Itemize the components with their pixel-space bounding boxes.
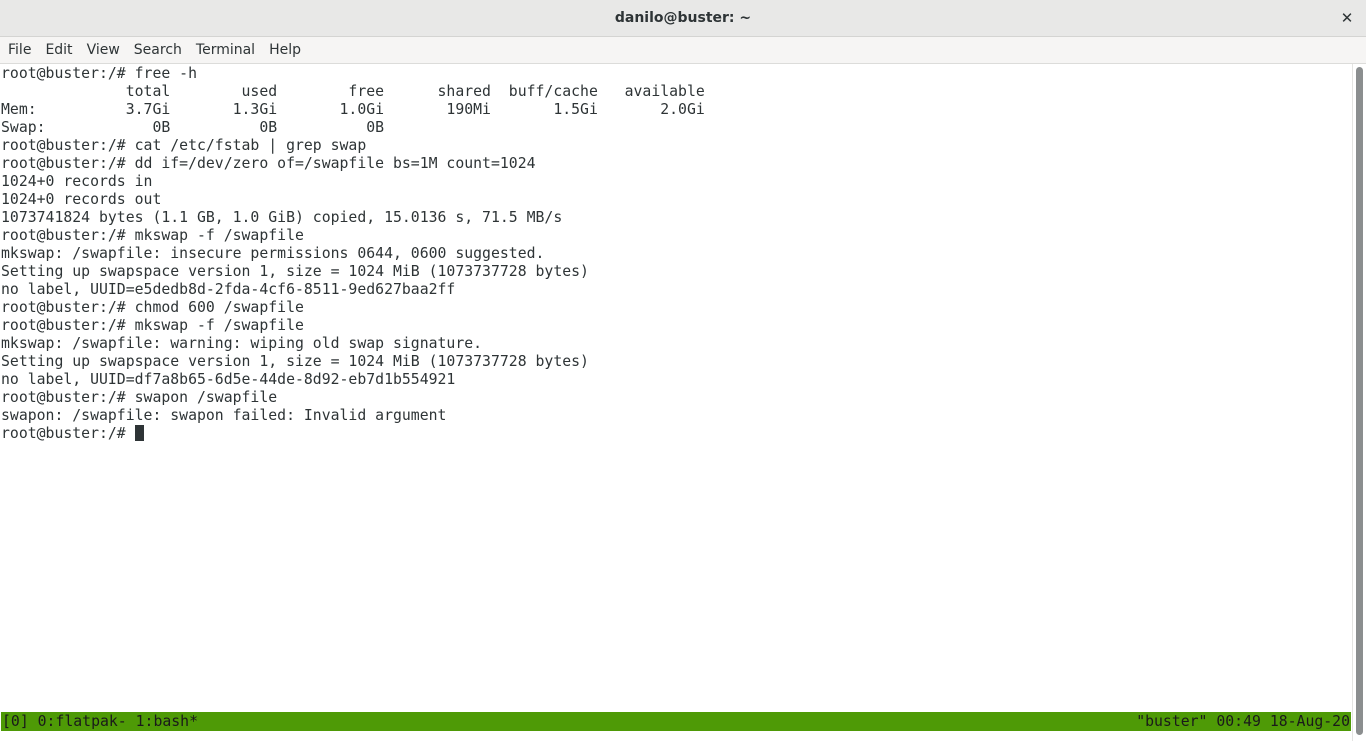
- terminal-line: 1024+0 records in: [1, 173, 153, 190]
- menu-view[interactable]: View: [80, 37, 127, 63]
- terminal-line: 1024+0 records out: [1, 191, 162, 208]
- terminal-line: Setting up swapspace version 1, size = 1…: [1, 263, 589, 280]
- terminal-line: Swap: 0B 0B 0B: [1, 119, 385, 136]
- menu-terminal[interactable]: Terminal: [189, 37, 262, 63]
- terminal-line: root@buster:/# mkswap -f /swapfile: [1, 227, 304, 244]
- terminal-line: root@buster:/# swapon /swapfile: [1, 389, 278, 406]
- vertical-scrollbar[interactable]: [1352, 64, 1366, 741]
- terminal-line: root@buster:/# chmod 600 /swapfile: [1, 299, 304, 316]
- scrollbar-thumb[interactable]: [1356, 67, 1363, 735]
- tmux-window-list: [0] 0:flatpak- 1:bash*: [2, 713, 198, 730]
- terminal-lines: root@buster:/# free -h total used free s…: [0, 65, 1352, 443]
- terminal-line: root@buster:/# free -h: [1, 65, 197, 82]
- terminal-line: root@buster:/# mkswap -f /swapfile: [1, 317, 304, 334]
- menu-file[interactable]: File: [1, 37, 38, 63]
- terminal-line: mkswap: /swapfile: insecure permissions …: [1, 245, 545, 262]
- terminal-line: swapon: /swapfile: swapon failed: Invali…: [1, 407, 447, 424]
- menu-edit[interactable]: Edit: [38, 37, 79, 63]
- tmux-status-bar: [0] 0:flatpak- 1:bash* "buster" 00:49 18…: [1, 712, 1351, 731]
- terminal-line: root@buster:/# dd if=/dev/zero of=/swapf…: [1, 155, 536, 172]
- terminal-line: Mem: 3.7Gi 1.3Gi 1.0Gi 190Mi 1.5Gi 2.0Gi: [1, 101, 705, 118]
- terminal-line: root@buster:/# cat /etc/fstab | grep swa…: [1, 137, 367, 154]
- menu-help[interactable]: Help: [262, 37, 308, 63]
- title-bar[interactable]: danilo@buster: ~ ✕: [0, 0, 1366, 37]
- terminal-line: Setting up swapspace version 1, size = 1…: [1, 353, 589, 370]
- menu-bar: File Edit View Search Terminal Help: [0, 37, 1366, 64]
- menu-search[interactable]: Search: [127, 37, 189, 63]
- terminal-line: total used free shared buff/cache availa…: [1, 83, 705, 100]
- terminal-line: no label, UUID=df7a8b65-6d5e-44de-8d92-e…: [1, 371, 456, 388]
- close-icon[interactable]: ✕: [1336, 7, 1358, 29]
- tmux-status-right: "buster" 00:49 18-Aug-20: [1136, 713, 1350, 730]
- text-cursor: [134, 425, 144, 441]
- terminal-line: mkswap: /swapfile: warning: wiping old s…: [1, 335, 483, 352]
- terminal-output[interactable]: root@buster:/# free -h total used free s…: [0, 64, 1352, 741]
- window-title: danilo@buster: ~: [614, 10, 752, 26]
- terminal-line: 1073741824 bytes (1.1 GB, 1.0 GiB) copie…: [1, 209, 563, 226]
- terminal-window: danilo@buster: ~ ✕ File Edit View Search…: [0, 0, 1366, 741]
- prompt-line[interactable]: root@buster:/#: [0, 425, 1352, 443]
- terminal-line: no label, UUID=e5dedb8d-2fda-4cf6-8511-9…: [1, 281, 456, 298]
- prompt-text: root@buster:/#: [1, 425, 135, 442]
